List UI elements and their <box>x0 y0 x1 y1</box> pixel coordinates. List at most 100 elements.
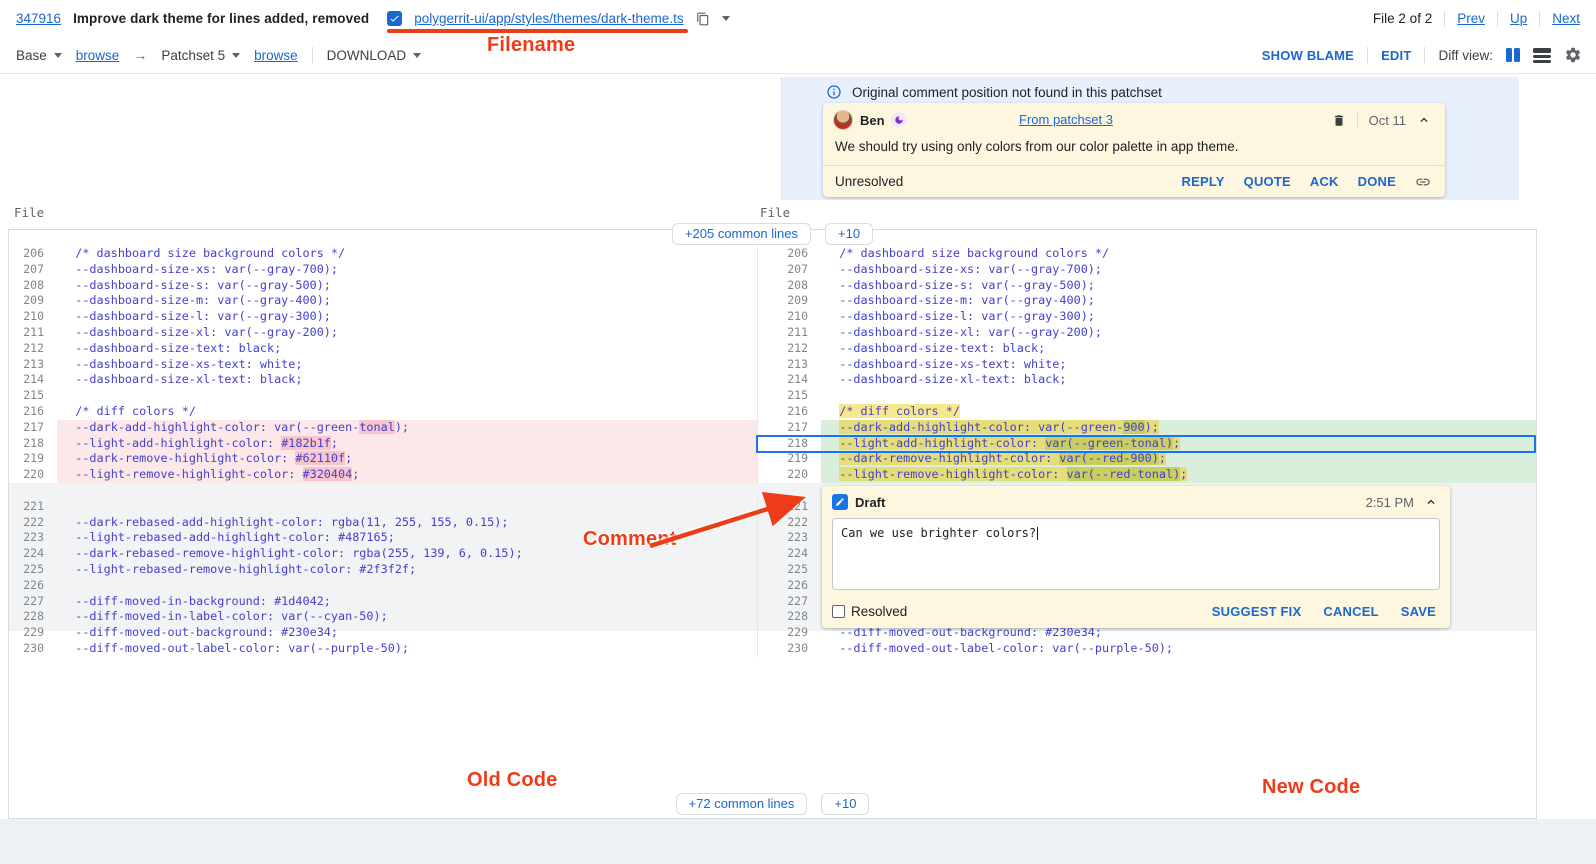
line-number-right[interactable]: 220 <box>757 467 821 483</box>
comment-date: Oct 11 <box>1369 113 1406 128</box>
download-label: DOWNLOAD <box>327 48 407 63</box>
line-number-left[interactable]: 226 <box>9 578 57 594</box>
line-number-left[interactable]: 227 <box>9 594 57 610</box>
line-number-right[interactable]: 230 <box>757 641 821 657</box>
show-blame-button[interactable]: SHOW BLAME <box>1262 48 1354 63</box>
line-number-left[interactable]: 206 <box>9 246 57 262</box>
line-number-right[interactable]: 213 <box>757 357 821 373</box>
expand-ten-lines-button[interactable]: +10 <box>821 793 869 815</box>
code-line-right: --light-remove-highlight-color: var(--re… <box>821 467 1536 483</box>
reviewed-checkbox[interactable] <box>387 11 402 26</box>
line-number-left[interactable]: 218 <box>9 436 57 452</box>
line-number-right[interactable]: 221 <box>757 499 821 515</box>
line-number-left[interactable]: 222 <box>9 515 57 531</box>
collapse-chevron-up-icon[interactable] <box>1417 113 1431 127</box>
code-line-left: --dark-rebased-add-highlight-color: rgba… <box>57 515 757 531</box>
line-number-right[interactable]: 210 <box>757 309 821 325</box>
link-icon[interactable] <box>1415 174 1431 190</box>
suggest-fix-button[interactable]: SUGGEST FIX <box>1212 604 1302 619</box>
expand-common-lines-button[interactable]: +205 common lines <box>672 223 811 245</box>
line-number-right[interactable]: 208 <box>757 278 821 294</box>
line-number-left[interactable]: 210 <box>9 309 57 325</box>
line-number-right[interactable]: 218 <box>757 436 821 452</box>
edit-button[interactable]: EDIT <box>1381 48 1411 63</box>
line-number-right[interactable]: 207 <box>757 262 821 278</box>
line-number-right[interactable]: 229 <box>757 625 821 641</box>
line-number-right[interactable]: 214 <box>757 372 821 388</box>
line-number-right[interactable]: 215 <box>757 388 821 404</box>
info-icon <box>826 84 842 100</box>
avatar <box>833 110 853 130</box>
line-number-right[interactable]: 217 <box>757 420 821 436</box>
copy-path-icon[interactable] <box>696 12 710 26</box>
browse-base-link[interactable]: browse <box>76 48 120 63</box>
save-button[interactable]: SAVE <box>1401 604 1436 619</box>
line-number-left[interactable]: 215 <box>9 388 57 404</box>
from-patchset-link[interactable]: From patchset 3 <box>1019 112 1113 127</box>
download-dropdown[interactable]: DOWNLOAD <box>327 48 422 63</box>
resolved-checkbox[interactable] <box>832 605 845 618</box>
line-number-left[interactable]: 214 <box>9 372 57 388</box>
line-number-right[interactable]: 228 <box>757 609 821 625</box>
draft-comment-card: Draft 2:51 PM Can we use brighter colors… <box>822 486 1450 628</box>
line-number-left[interactable]: 224 <box>9 546 57 562</box>
line-number-right[interactable]: 216 <box>757 404 821 420</box>
chevron-down-icon <box>54 53 62 58</box>
collapse-chevron-up-icon[interactable] <box>1424 495 1438 509</box>
code-line-right: --dashboard-size-xl: var(--gray-200); <box>821 325 1536 341</box>
line-number-right[interactable]: 224 <box>757 546 821 562</box>
line-number-left[interactable]: 207 <box>9 262 57 278</box>
line-number-right[interactable]: 209 <box>757 293 821 309</box>
trash-icon[interactable] <box>1332 113 1346 128</box>
line-number-right[interactable]: 226 <box>757 578 821 594</box>
line-number-left[interactable]: 217 <box>9 420 57 436</box>
line-number-right[interactable]: 225 <box>757 562 821 578</box>
line-number-right[interactable]: 227 <box>757 594 821 610</box>
line-number-right[interactable]: 223 <box>757 530 821 546</box>
file-path-link[interactable]: polygerrit-ui/app/styles/themes/dark-the… <box>414 11 683 26</box>
line-number-left[interactable]: 221 <box>9 499 57 515</box>
line-number-left[interactable]: 208 <box>9 278 57 294</box>
base-patchset-dropdown[interactable]: Base <box>16 48 62 63</box>
file-dropdown-caret[interactable] <box>722 16 730 21</box>
prev-file-link[interactable]: Prev <box>1457 11 1485 26</box>
line-number-left[interactable]: 230 <box>9 641 57 657</box>
expand-common-lines-button[interactable]: +72 common lines <box>676 793 808 815</box>
quote-button[interactable]: QUOTE <box>1244 174 1291 189</box>
line-number-right[interactable]: 206 <box>757 246 821 262</box>
cancel-button[interactable]: CANCEL <box>1323 604 1378 619</box>
expand-ten-lines-button[interactable]: +10 <box>825 223 873 245</box>
reply-button[interactable]: REPLY <box>1181 174 1224 189</box>
line-number-right[interactable]: 219 <box>757 451 821 467</box>
code-line-right: --dashboard-size-l: var(--gray-300); <box>821 309 1536 325</box>
done-button[interactable]: DONE <box>1358 174 1396 189</box>
divider <box>312 47 313 63</box>
browse-patchset-link[interactable]: browse <box>254 48 298 63</box>
unified-view-icon[interactable] <box>1533 48 1551 63</box>
side-by-side-view-icon[interactable] <box>1506 48 1520 62</box>
line-number-right[interactable]: 211 <box>757 325 821 341</box>
ack-button[interactable]: ACK <box>1310 174 1339 189</box>
line-number-right[interactable]: 222 <box>757 515 821 531</box>
gear-icon[interactable] <box>1564 46 1582 64</box>
draft-comment-input[interactable]: Can we use brighter colors? <box>832 518 1440 590</box>
thread-header: Ben From patchset 3 Oct 11 <box>823 103 1445 133</box>
line-number-left[interactable]: 219 <box>9 451 57 467</box>
line-number-left[interactable]: 229 <box>9 625 57 641</box>
divider <box>1424 47 1425 63</box>
line-number-left[interactable]: 216 <box>9 404 57 420</box>
line-number-left[interactable]: 211 <box>9 325 57 341</box>
code-line-left <box>57 499 757 515</box>
line-number-left[interactable]: 220 <box>9 467 57 483</box>
line-number-left[interactable]: 225 <box>9 562 57 578</box>
line-number-left[interactable]: 228 <box>9 609 57 625</box>
patchset-dropdown[interactable]: Patchset 5 <box>161 48 240 63</box>
next-file-link[interactable]: Next <box>1552 11 1580 26</box>
up-link[interactable]: Up <box>1510 11 1527 26</box>
line-number-left[interactable]: 209 <box>9 293 57 309</box>
line-number-left[interactable]: 212 <box>9 341 57 357</box>
change-number-link[interactable]: 347916 <box>16 11 61 26</box>
line-number-left[interactable]: 213 <box>9 357 57 373</box>
line-number-right[interactable]: 212 <box>757 341 821 357</box>
line-number-left[interactable]: 223 <box>9 530 57 546</box>
